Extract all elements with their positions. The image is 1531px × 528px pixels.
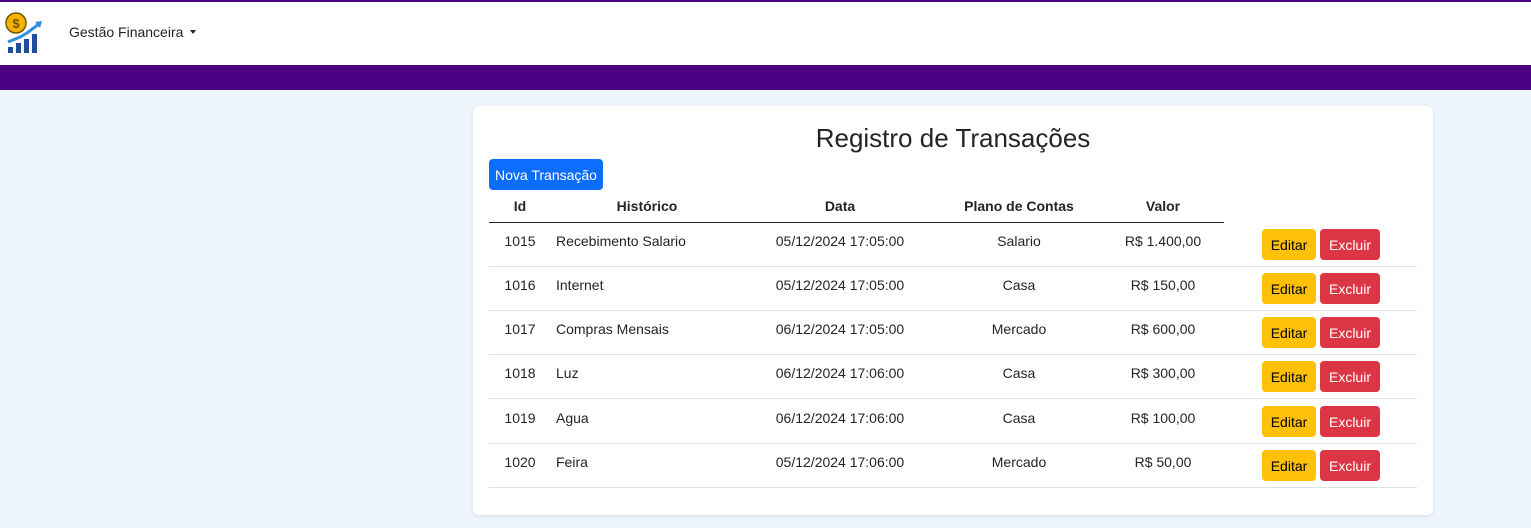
edit-button[interactable]: Editar — [1262, 273, 1316, 304]
cell-data: 06/12/2024 17:06:00 — [775, 410, 905, 426]
cell-historico: Internet — [556, 277, 604, 293]
column-header-historico: Histórico — [616, 198, 678, 214]
cell-valor: R$ 150,00 — [1130, 277, 1196, 293]
row-divider — [489, 398, 1417, 399]
cell-id: 1019 — [504, 410, 536, 426]
cell-plano: Mercado — [991, 454, 1047, 470]
cell-data: 05/12/2024 17:06:00 — [775, 454, 905, 470]
cell-historico: Agua — [556, 410, 589, 426]
cell-valor: R$ 600,00 — [1130, 321, 1196, 337]
cell-plano: Mercado — [991, 321, 1047, 337]
money-growth-chart-icon[interactable]: $ — [5, 11, 45, 55]
delete-button[interactable]: Excluir — [1320, 406, 1380, 437]
cell-id: 1015 — [504, 233, 536, 249]
table-row: 1019 Agua 06/12/2024 17:06:00 Casa R$ 10… — [489, 400, 1417, 444]
edit-button[interactable]: Editar — [1262, 406, 1316, 437]
cell-historico: Recebimento Salario — [556, 233, 686, 249]
delete-button[interactable]: Excluir — [1320, 450, 1380, 481]
cell-historico: Feira — [556, 454, 588, 470]
caret-down-icon — [190, 30, 197, 34]
page-title: Registro de Transações — [815, 123, 1091, 153]
cell-id: 1016 — [504, 277, 536, 293]
cell-plano: Casa — [1002, 277, 1036, 293]
delete-button[interactable]: Excluir — [1320, 361, 1380, 392]
column-header-data: Data — [824, 198, 856, 214]
cell-historico: Compras Mensais — [556, 321, 669, 337]
table-row: 1020 Feira 05/12/2024 17:06:00 Mercado R… — [489, 444, 1417, 488]
column-header-plano: Plano de Contas — [964, 198, 1074, 214]
delete-button[interactable]: Excluir — [1320, 273, 1380, 304]
navbar: $ Gestão Financeira — [0, 2, 1531, 65]
cell-data: 06/12/2024 17:05:00 — [775, 321, 905, 337]
table-row: 1015 Recebimento Salario 05/12/2024 17:0… — [489, 223, 1417, 267]
cell-data: 06/12/2024 17:06:00 — [775, 365, 905, 381]
cell-valor: R$ 50,00 — [1134, 454, 1192, 470]
cell-id: 1017 — [504, 321, 536, 337]
purple-banner — [0, 65, 1531, 90]
edit-button[interactable]: Editar — [1262, 317, 1316, 348]
cell-id: 1018 — [504, 365, 536, 381]
cell-data: 05/12/2024 17:05:00 — [775, 233, 905, 249]
edit-button[interactable]: Editar — [1262, 229, 1316, 260]
cell-data: 05/12/2024 17:05:00 — [775, 277, 905, 293]
table-row: 1018 Luz 06/12/2024 17:06:00 Casa R$ 300… — [489, 355, 1417, 399]
transactions-card: Registro de Transações Nova Transação Id… — [473, 106, 1433, 515]
cell-valor: R$ 1.400,00 — [1124, 233, 1202, 249]
delete-button[interactable]: Excluir — [1320, 229, 1380, 260]
brand-dropdown[interactable]: Gestão Financeira — [69, 24, 197, 40]
cell-historico: Luz — [556, 365, 579, 381]
delete-button[interactable]: Excluir — [1320, 317, 1380, 348]
edit-button[interactable]: Editar — [1262, 361, 1316, 392]
column-header-id: Id — [513, 198, 527, 214]
cell-id: 1020 — [504, 454, 536, 470]
cell-valor: R$ 100,00 — [1130, 410, 1196, 426]
svg-text:$: $ — [12, 16, 20, 31]
cell-plano: Salario — [997, 233, 1041, 249]
cell-plano: Casa — [1002, 410, 1036, 426]
edit-button[interactable]: Editar — [1262, 450, 1316, 481]
column-header-valor: Valor — [1145, 198, 1181, 214]
brand-label: Gestão Financeira — [69, 24, 184, 40]
new-transaction-button[interactable]: Nova Transação — [489, 159, 603, 190]
table-row: 1017 Compras Mensais 06/12/2024 17:05:00… — [489, 311, 1417, 355]
table-row: 1016 Internet 05/12/2024 17:05:00 Casa R… — [489, 267, 1417, 311]
row-divider — [489, 487, 1417, 488]
cell-plano: Casa — [1002, 365, 1036, 381]
cell-valor: R$ 300,00 — [1130, 365, 1196, 381]
